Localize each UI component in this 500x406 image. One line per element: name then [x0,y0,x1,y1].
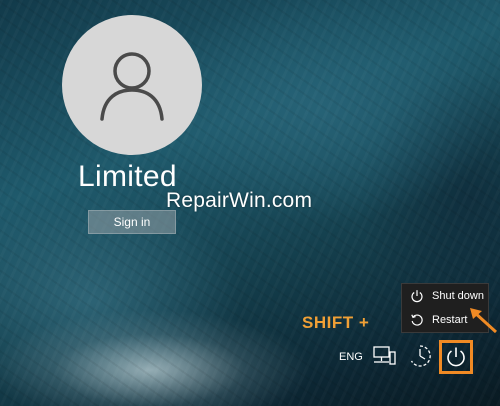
restart-icon [410,313,424,327]
user-silhouette-icon [100,52,164,121]
power-icon [447,347,465,367]
language-indicator[interactable]: ENG [339,351,363,363]
ease-of-access-icon[interactable] [407,343,433,369]
lock-screen: Limited RepairWin.com Sign in Shut down … [0,0,500,406]
menu-item-shut-down[interactable]: Shut down [402,284,488,308]
sign-in-button[interactable]: Sign in [88,210,176,234]
watermark-text: RepairWin.com [166,189,313,212]
annotation-arrow-icon [470,308,498,334]
shift-annotation: SHIFT + [302,313,370,332]
network-icon[interactable] [371,344,397,368]
username-label: Limited [78,160,177,193]
user-avatar [62,15,202,155]
menu-item-label: Restart [432,314,468,326]
power-button[interactable] [439,340,473,374]
shut-down-icon [410,289,424,303]
menu-item-label: Shut down [432,290,484,302]
